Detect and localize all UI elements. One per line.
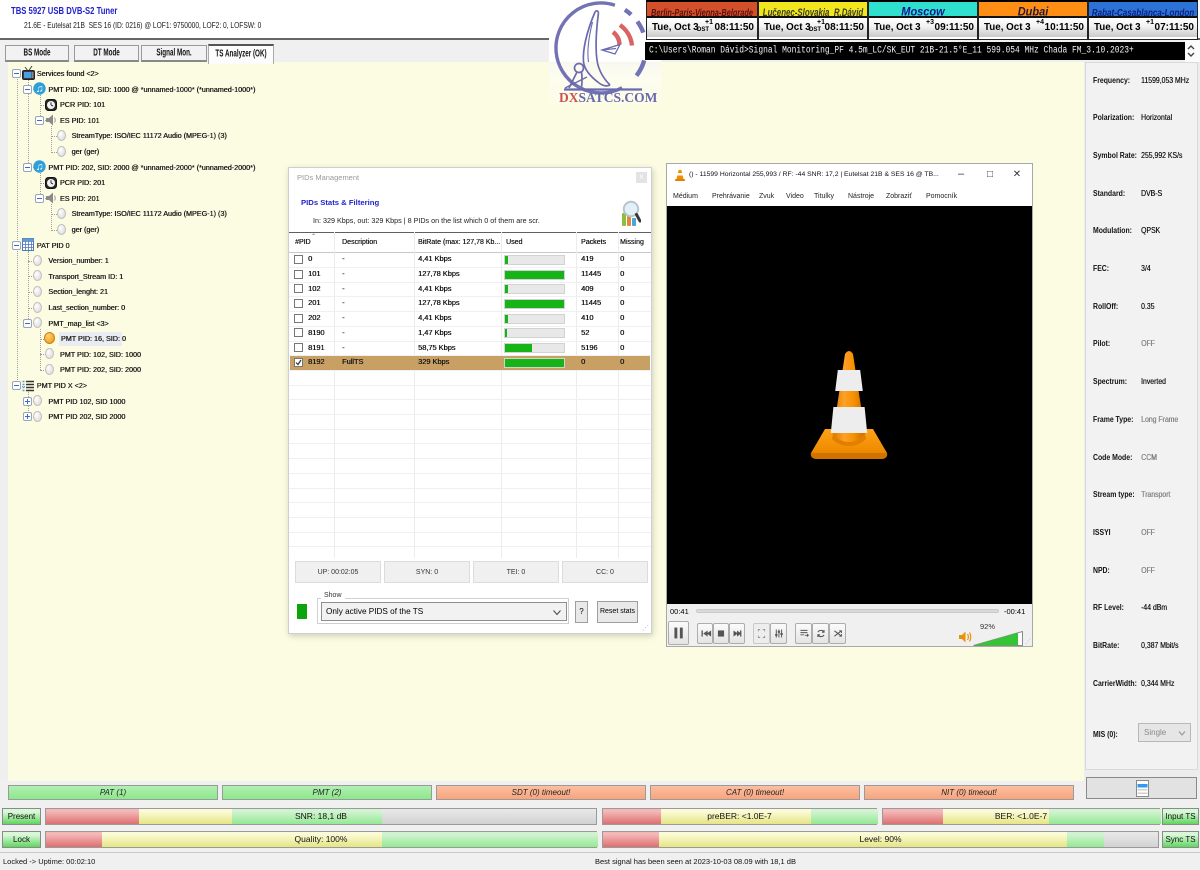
svg-text:♫: ♫ [36,161,44,173]
svg-text:DXSATCS.COM: DXSATCS.COM [559,90,658,104]
svg-text:♫: ♫ [36,83,44,95]
